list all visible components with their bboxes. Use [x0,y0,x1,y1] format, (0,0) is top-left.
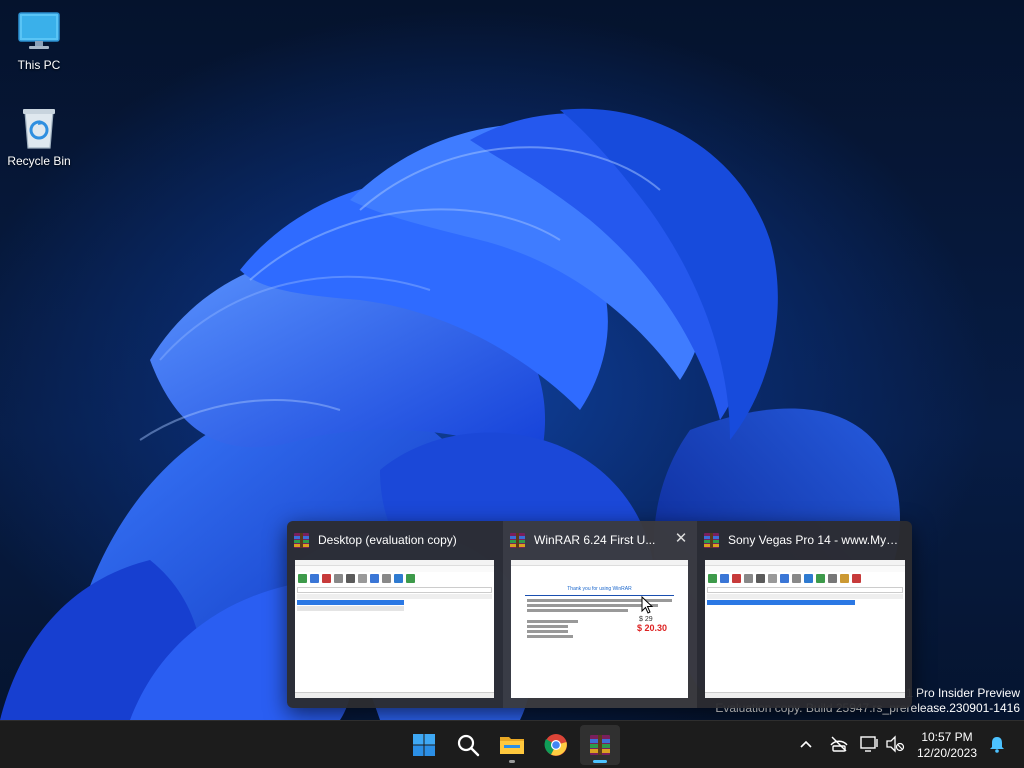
web-heading: Thank you for using WinRAR [567,586,632,592]
folder-icon [500,737,524,754]
winrar-icon [510,532,525,548]
clock[interactable]: 10:57 PM 12/20/2023 [912,729,982,761]
preview-window-sony-vegas[interactable]: Sony Vegas Pro 14 - www.MySo... [697,521,912,708]
preview-title: Sony Vegas Pro 14 - www.MySo... [728,533,904,547]
price-new: $ 20.30 [637,623,668,633]
network-disconnected-icon [830,736,848,752]
notifications-button[interactable] [986,733,1008,755]
close-icon[interactable]: ✕ [673,531,689,547]
taskbar-window-preview: Desktop (evaluation copy) WinRAR 6.24 Fi… [287,521,912,708]
running-indicator [593,760,607,763]
preview-thumbnail: Thank you for using WinRAR $ 29 $ 20.30 [511,560,688,698]
preview-header: WinRAR 6.24 First U... [509,531,667,549]
taskbar: 10:57 PM 12/20/2023 [0,720,1024,768]
price-old: $ 29 [639,616,653,623]
preview-header: Desktop (evaluation copy) [293,531,495,549]
search-button[interactable] [448,725,488,765]
preview-header: Sony Vegas Pro 14 - www.MySo... [703,531,904,549]
winrar-icon [704,532,719,548]
chrome-icon [544,734,567,756]
desktop-icon-label: This PC [17,58,61,72]
winrar-icon [590,735,610,755]
preview-title: WinRAR 6.24 First U... [534,533,656,547]
recycle-bin-icon [17,106,61,150]
desktop-icon-this-pc[interactable]: This PC [0,10,78,72]
desktop-icon-recycle-bin[interactable]: Recycle Bin [0,106,78,168]
search-icon [457,734,480,757]
network-status[interactable] [828,733,850,755]
show-hidden-icons-button[interactable] [795,733,817,755]
chevron-up-icon [800,740,812,748]
preview-window-desktop[interactable]: Desktop (evaluation copy) [287,521,503,708]
winrar-button[interactable] [580,725,620,765]
clock-date: 12/20/2023 [916,746,978,760]
start-button[interactable] [404,725,444,765]
monitor-icon [860,736,878,752]
preview-window-winrar[interactable]: WinRAR 6.24 First U... ✕ Thank you for u… [503,521,697,708]
preview-title: Desktop (evaluation copy) [318,533,457,547]
preview-thumbnail [295,560,494,698]
speaker-muted-icon [886,735,905,753]
bell-icon [990,737,1004,753]
windows-start-icon [413,734,435,756]
winrar-icon [294,532,309,548]
clock-time: 10:57 PM [921,730,973,744]
desktop-icon-label: Recycle Bin [7,154,71,168]
file-explorer-button[interactable] [492,725,532,765]
running-indicator [509,760,515,763]
monitor-icon [17,10,61,54]
preview-thumbnail [705,560,905,698]
chrome-button[interactable] [536,725,576,765]
volume-status[interactable] [884,733,906,755]
mouse-cursor-icon [641,596,653,614]
display-status[interactable] [858,733,880,755]
